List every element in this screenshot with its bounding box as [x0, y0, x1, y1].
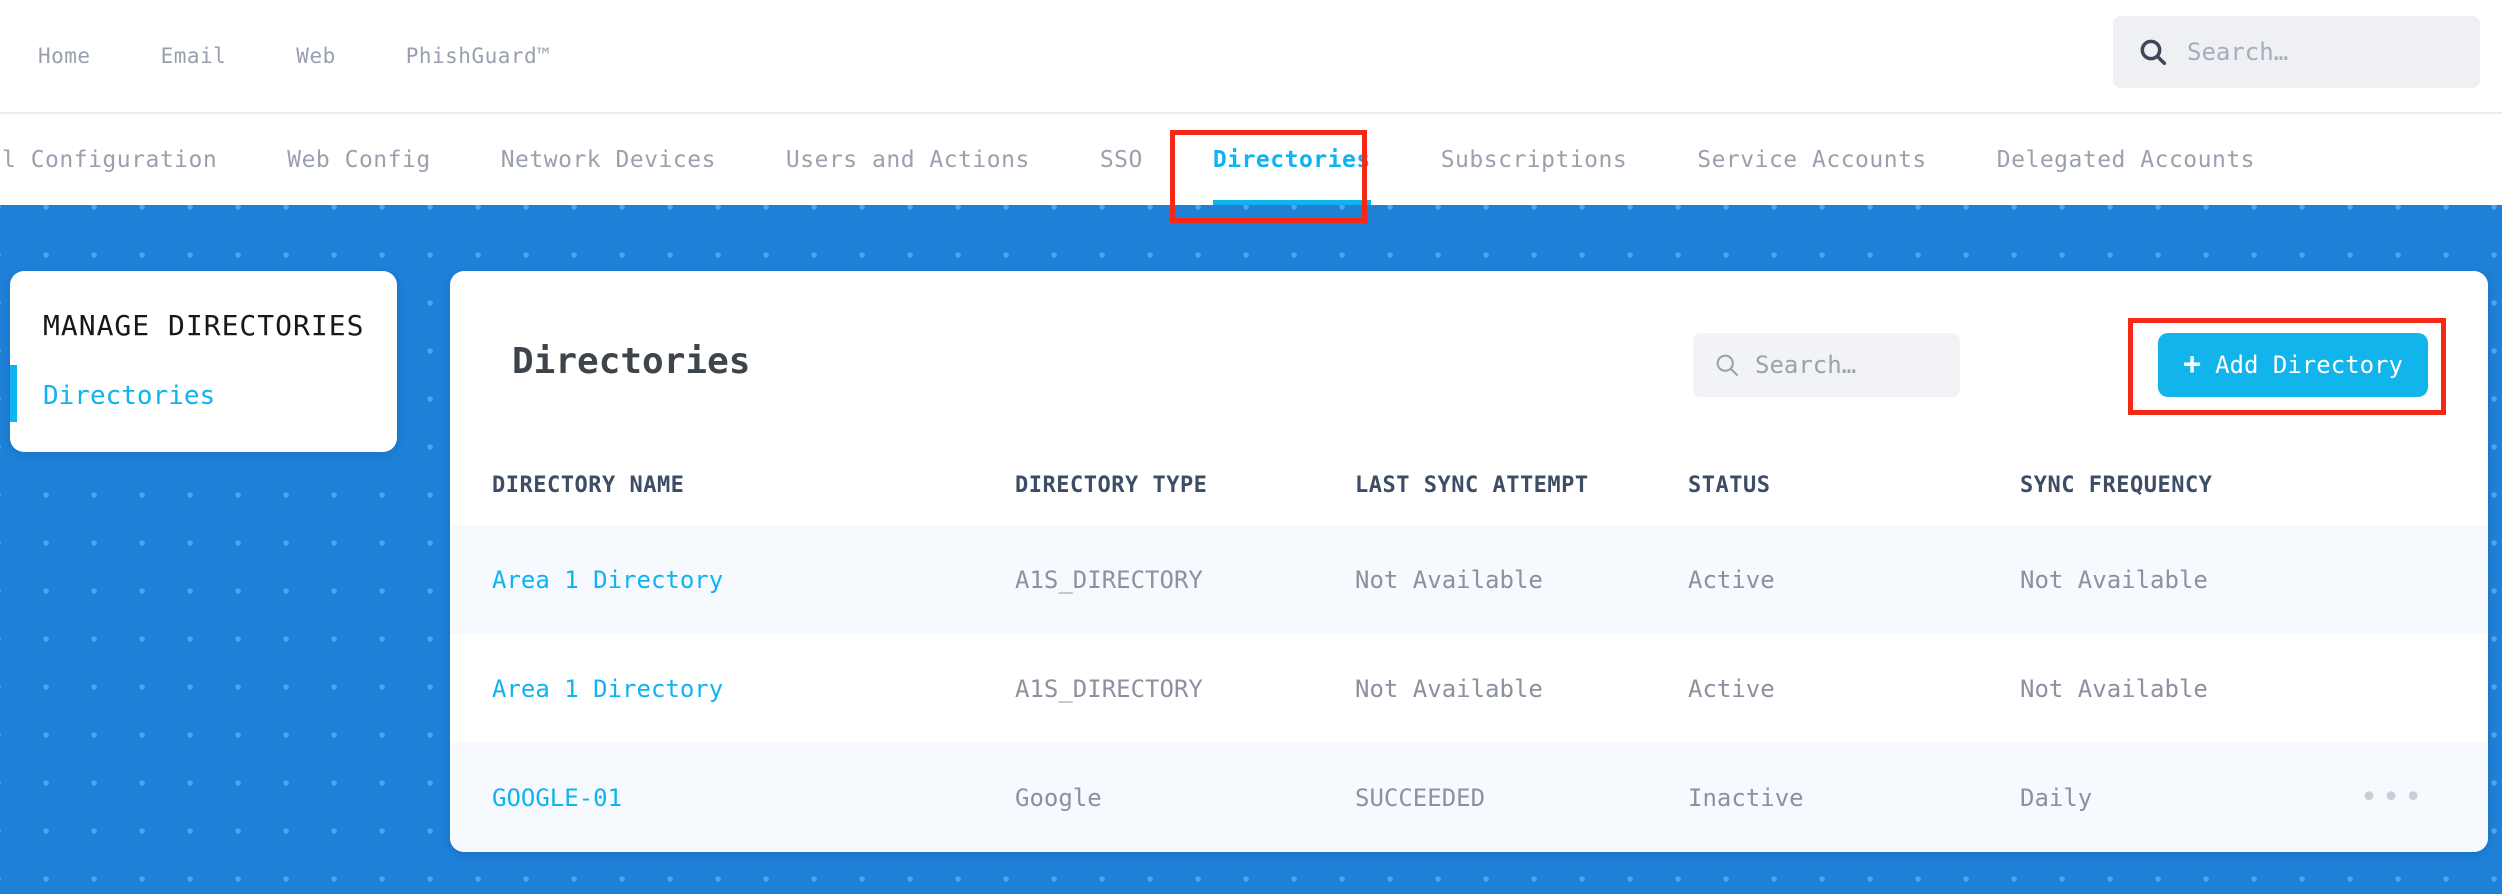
tab-web-config[interactable]: Web Config [287, 114, 430, 205]
directories-search-box[interactable] [1693, 333, 1960, 397]
table-row[interactable]: GOOGLE-01 Google SUCCEEDED Inactive Dail… [450, 743, 2488, 852]
cell-status: Active [1688, 675, 2020, 703]
cell-last-sync-attempt: SUCCEEDED [1355, 784, 1688, 812]
tab-users-and-actions[interactable]: Users and Actions [786, 114, 1030, 205]
table-row[interactable]: Area 1 Directory A1S_DIRECTORY Not Avail… [450, 634, 2488, 743]
directories-search-input[interactable] [1755, 351, 1935, 379]
search-icon [2137, 36, 2169, 68]
cell-sync-frequency: Not Available [2020, 675, 2360, 703]
tab-l-configuration[interactable]: l Configuration [2, 114, 217, 205]
cell-sync-frequency: Daily [2020, 784, 2360, 812]
tab-sso[interactable]: SSO [1100, 114, 1143, 205]
global-search-box[interactable] [2113, 16, 2480, 88]
top-navigation: Home Email Web PhishGuard™ [0, 0, 2502, 112]
cell-status: Inactive [1688, 784, 2020, 812]
tab-directories[interactable]: Directories [1213, 114, 1371, 205]
top-nav-items: Home Email Web PhishGuard™ [38, 0, 550, 112]
tab-service-accounts[interactable]: Service Accounts [1697, 114, 1927, 205]
plus-icon: + [2183, 350, 2201, 380]
sidebar-title: MANAGE DIRECTORIES [43, 309, 364, 342]
cell-status: Active [1688, 566, 2020, 594]
topnav-item-home[interactable]: Home [38, 44, 91, 68]
column-header-sync-frequency: SYNC FREQUENCY [2020, 473, 2360, 498]
column-header-directory-type: DIRECTORY TYPE [1015, 473, 1355, 498]
row-actions-menu-icon[interactable]: ••• [2360, 780, 2426, 815]
tab-network-devices[interactable]: Network Devices [501, 114, 716, 205]
tab-delegated-accounts[interactable]: Delegated Accounts [1997, 114, 2255, 205]
sidebar-item-directories[interactable]: Directories [43, 381, 215, 411]
topnav-item-email[interactable]: Email [161, 44, 227, 68]
directories-panel: Directories + Add Directory DIRECTORY NA… [450, 271, 2488, 852]
tab-subscriptions[interactable]: Subscriptions [1441, 114, 1628, 205]
cell-last-sync-attempt: Not Available [1355, 566, 1688, 594]
column-header-directory-name: DIRECTORY NAME [492, 473, 1015, 498]
cell-directory-name[interactable]: Area 1 Directory [492, 566, 1015, 594]
active-item-indicator [10, 365, 17, 422]
page-title: Directories [512, 341, 750, 382]
column-header-status: STATUS [1688, 473, 2020, 498]
cell-last-sync-attempt: Not Available [1355, 675, 1688, 703]
topnav-item-phishguard[interactable]: PhishGuard™ [406, 44, 551, 68]
global-search-input[interactable] [2187, 38, 2437, 66]
cell-directory-type: A1S_DIRECTORY [1015, 675, 1355, 703]
cell-directory-name[interactable]: Area 1 Directory [492, 675, 1015, 703]
content-area: MANAGE DIRECTORIES Directories Directori… [0, 205, 2502, 894]
table-row[interactable]: Area 1 Directory A1S_DIRECTORY Not Avail… [450, 525, 2488, 634]
settings-tab-bar: l Configuration Web Config Network Devices… [0, 112, 2502, 205]
add-directory-label: Add Directory [2215, 351, 2403, 379]
cell-directory-name[interactable]: GOOGLE-01 [492, 784, 1015, 812]
search-icon [1713, 351, 1741, 379]
menu-cell: ••• [2360, 783, 2488, 813]
table-header-row: DIRECTORY NAMEDIRECTORY TYPELAST SYNC AT… [450, 445, 2488, 525]
cell-directory-type: Google [1015, 784, 1355, 812]
table-body: Area 1 Directory A1S_DIRECTORY Not Avail… [450, 525, 2488, 852]
cell-sync-frequency: Not Available [2020, 566, 2360, 594]
topnav-item-web[interactable]: Web [296, 44, 335, 68]
column-header-last-sync-attempt: LAST SYNC ATTEMPT [1355, 473, 1688, 498]
add-directory-button[interactable]: + Add Directory [2158, 333, 2428, 397]
cell-directory-type: A1S_DIRECTORY [1015, 566, 1355, 594]
manage-directories-card: MANAGE DIRECTORIES Directories [10, 271, 397, 452]
